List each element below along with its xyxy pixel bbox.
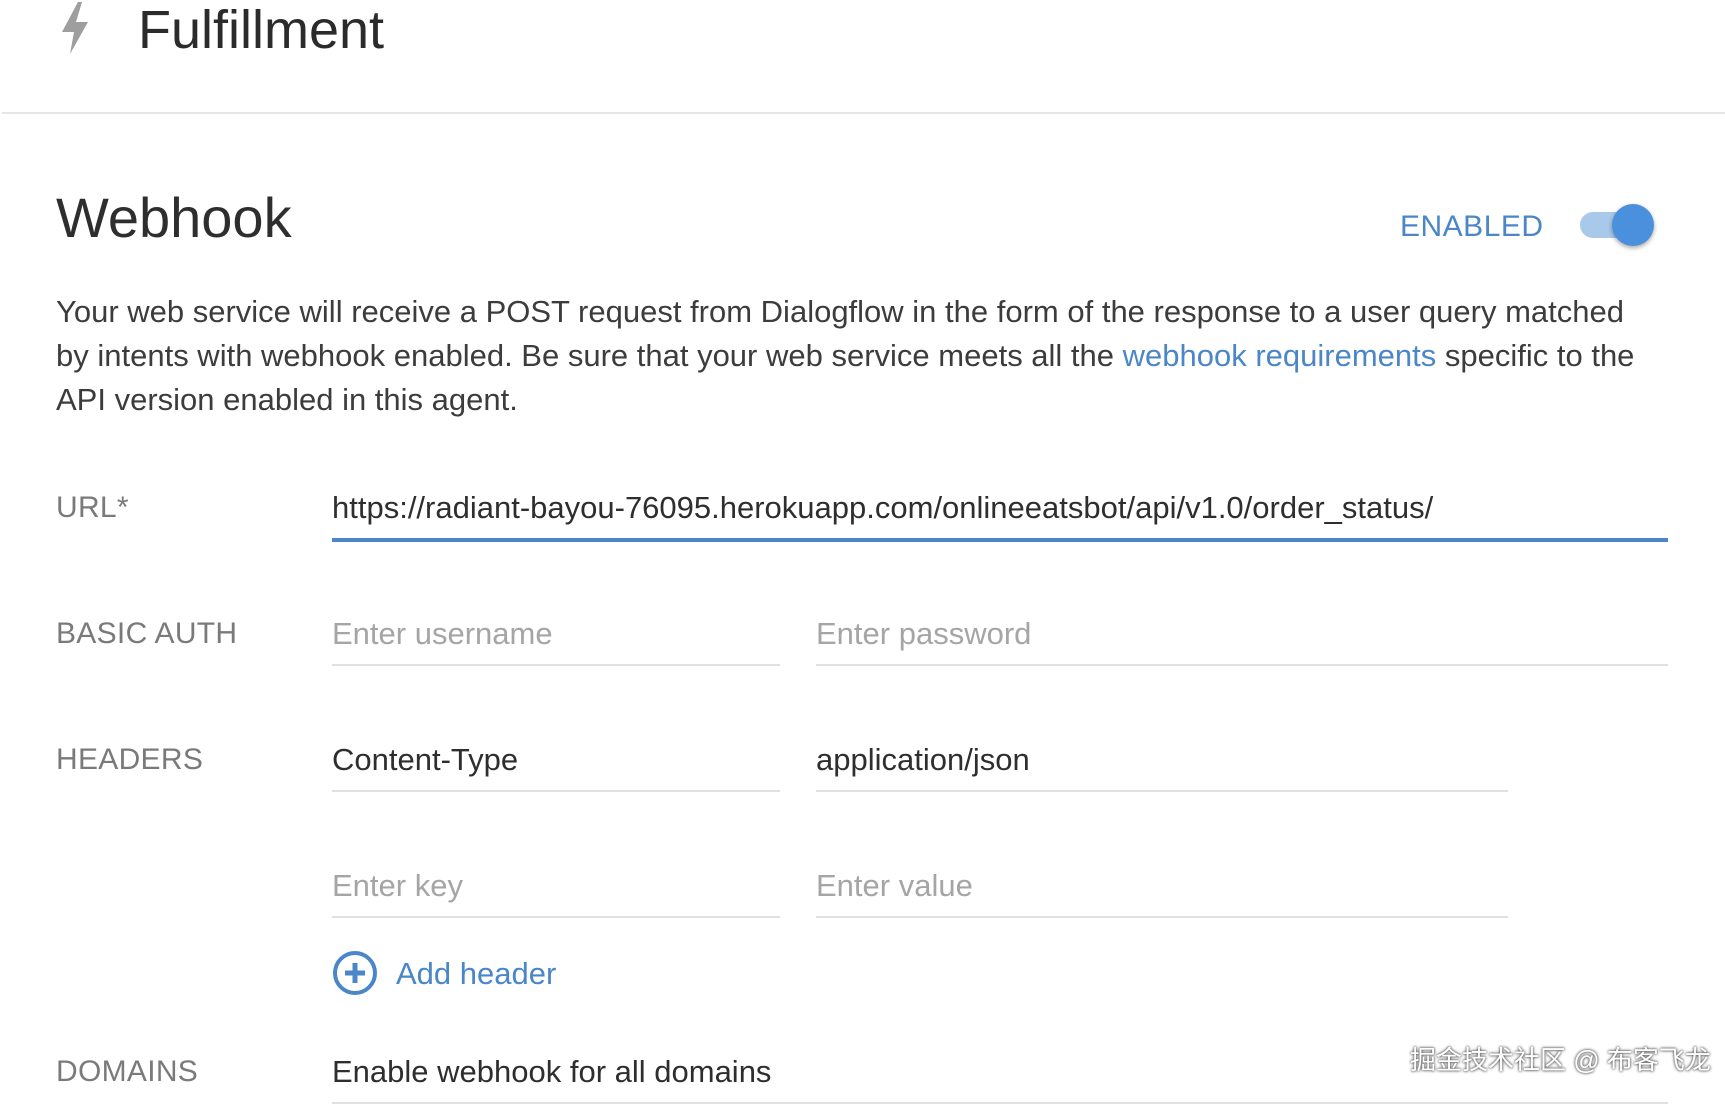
password-input[interactable]: Enter password: [816, 614, 1668, 666]
webhook-title: Webhook: [56, 186, 292, 249]
add-circle-icon[interactable]: [332, 950, 378, 996]
url-label: URL*: [56, 491, 129, 524]
header-value-input[interactable]: application/json: [816, 740, 1508, 792]
page-title: Fulfillment: [138, 0, 385, 60]
webhook-description: Your web service will receive a POST req…: [56, 290, 1656, 422]
watermark-text: 掘金技术社区 @ 布客飞龙: [1410, 1045, 1711, 1075]
username-input[interactable]: Enter username: [332, 614, 780, 666]
header-divider: [2, 112, 1725, 114]
add-header-button[interactable]: Add header: [396, 954, 556, 994]
url-input[interactable]: https://radiant-bayou-76095.herokuapp.co…: [332, 488, 1668, 542]
basic-auth-label: BASIC AUTH: [56, 617, 238, 650]
webhook-requirements-link[interactable]: webhook requirements: [1123, 338, 1437, 373]
domains-label: DOMAINS: [56, 1055, 199, 1088]
bolt-icon: [62, 2, 88, 54]
new-header-key-input[interactable]: Enter key: [332, 866, 780, 918]
new-header-value-input[interactable]: Enter value: [816, 866, 1508, 918]
header-key-input[interactable]: Content-Type: [332, 740, 780, 792]
headers-label: HEADERS: [56, 743, 204, 776]
enabled-label: ENABLED: [1400, 210, 1544, 243]
webhook-toggle-knob[interactable]: [1612, 204, 1654, 246]
